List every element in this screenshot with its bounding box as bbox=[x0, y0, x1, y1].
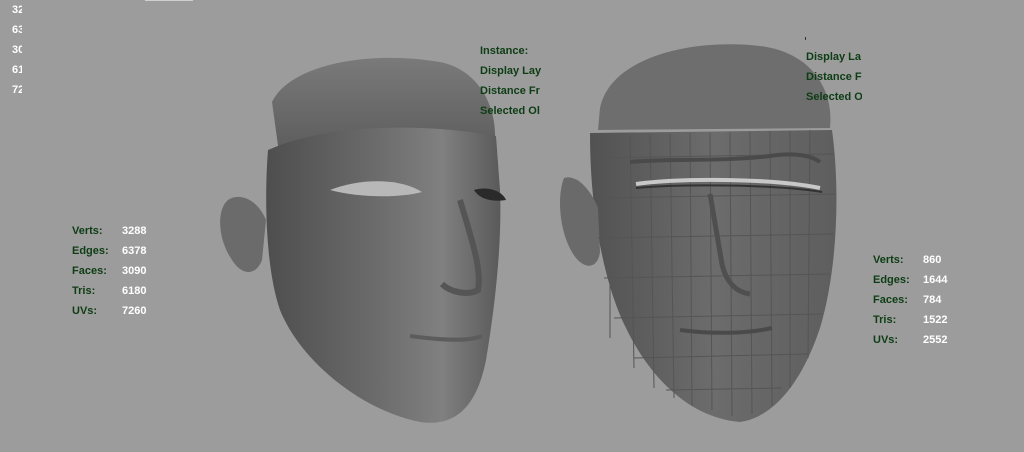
distance-label: Distance F bbox=[806, 71, 862, 83]
poly-count-stats-right: Verts: 860 Edges: 1644 Faces: 784 Tris: 1522… bbox=[873, 250, 947, 350]
distance-label: Distance Fr bbox=[480, 85, 540, 97]
hud-value: 30 bbox=[12, 44, 22, 56]
instance-label: Instance: bbox=[480, 45, 529, 57]
display-layer-label: Display La bbox=[806, 51, 862, 63]
hud-value: 63 bbox=[12, 24, 22, 36]
low-poly-head-model[interactable] bbox=[550, 38, 850, 428]
verts-label: Verts: bbox=[873, 254, 904, 266]
object-info-panel: Instance: Display Lay Distance Fr Select… bbox=[480, 41, 542, 121]
verts-label: Verts: bbox=[72, 225, 103, 237]
uvs-label: UVs: bbox=[873, 334, 899, 346]
faces-count: 784 bbox=[923, 294, 942, 306]
faces-label: Faces: bbox=[72, 265, 107, 277]
viewport-top-edge bbox=[145, 0, 193, 1]
poly-count-stats-left: Verts: 3288 Edges: 6378 Faces: 3090 Tris: 61… bbox=[72, 221, 146, 321]
verts-count: 860 bbox=[923, 254, 942, 266]
edges-count: 1644 bbox=[923, 274, 948, 286]
display-layer-label: Display Lay bbox=[480, 65, 542, 77]
tris-count: 6180 bbox=[122, 285, 147, 297]
edges-count: 6378 bbox=[122, 245, 147, 257]
heads-up-display-top-left: 32 63 30 61 72 bbox=[12, 0, 22, 100]
selected-objects-label: Selected Ol bbox=[480, 105, 540, 117]
hud-value: 32 bbox=[12, 4, 22, 16]
viewport-marker bbox=[805, 37, 806, 40]
uvs-label: UVs: bbox=[72, 305, 98, 317]
hud-value: 72 bbox=[12, 84, 22, 96]
edges-label: Edges: bbox=[873, 274, 910, 286]
edges-label: Edges: bbox=[72, 245, 109, 257]
3d-viewport[interactable]: 32 63 30 61 72 Instance: Display Lay Dis… bbox=[0, 0, 1024, 452]
uvs-count: 2552 bbox=[923, 334, 948, 346]
object-info-panel-right: Display La Distance F Selected O bbox=[806, 47, 862, 107]
tris-count: 1522 bbox=[923, 314, 948, 326]
faces-count: 3090 bbox=[122, 265, 147, 277]
faces-label: Faces: bbox=[873, 294, 908, 306]
selected-objects-label: Selected O bbox=[806, 91, 862, 103]
tris-label: Tris: bbox=[873, 314, 897, 326]
tris-label: Tris: bbox=[72, 285, 96, 297]
uvs-count: 7260 bbox=[122, 305, 147, 317]
verts-count: 3288 bbox=[122, 225, 147, 237]
hud-value: 61 bbox=[12, 64, 22, 76]
